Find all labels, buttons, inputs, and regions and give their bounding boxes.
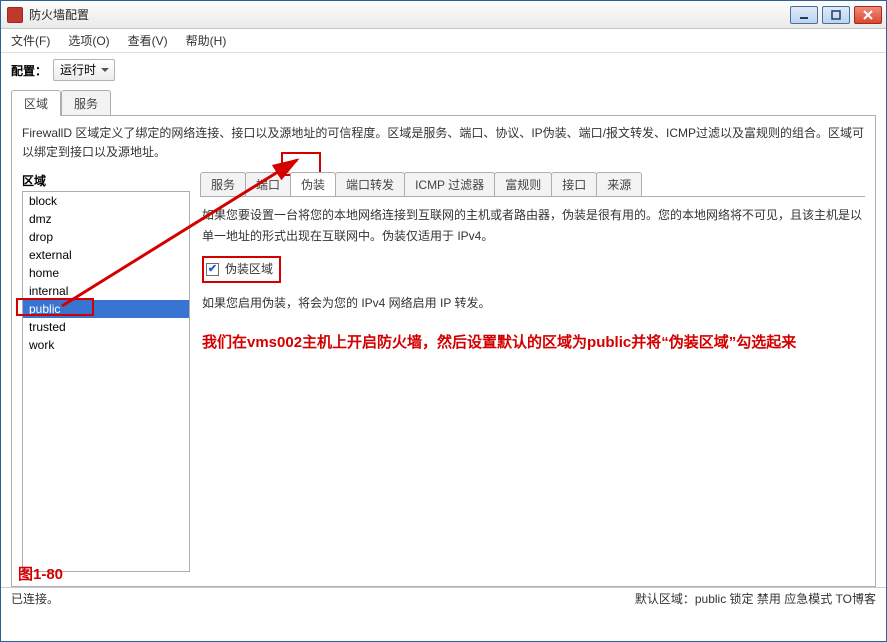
statusbar: 已连接。 默认区域：public 锁定 禁用 应急模式 TO博客 [1, 587, 886, 609]
inner-tab-3[interactable]: 端口转发 [335, 172, 405, 196]
zone-item-external[interactable]: external [23, 246, 189, 264]
app-icon [7, 7, 23, 23]
menu-help[interactable]: 帮助(H) [186, 32, 227, 49]
menu-file[interactable]: 文件(F) [11, 32, 50, 49]
inner-tab-6[interactable]: 接口 [551, 172, 597, 196]
titlebar: 防火墙配置 [1, 1, 886, 29]
annotation-text: 我们在vms002主机上开启防火墙，然后设置默认的区域为public并将“伪装区… [202, 329, 863, 358]
status-left: 已连接。 [11, 590, 59, 607]
inner-tab-7[interactable]: 来源 [596, 172, 642, 196]
minimize-button[interactable] [790, 6, 818, 24]
window-title: 防火墙配置 [29, 6, 790, 23]
inner-tabs: 服务端口伪装端口转发ICMP 过滤器富规则接口来源 [200, 172, 865, 197]
zone-list[interactable]: blockdmzdropexternalhomeinternalpublictr… [22, 191, 190, 572]
masquerade-checkbox-label: 伪装区域 [225, 259, 273, 279]
masq-desc1: 如果您要设置一台将您的本地网络连接到互联网的主机或者路由器，伪装是很有用的。您的… [202, 205, 863, 246]
menubar: 文件(F) 选项(O) 查看(V) 帮助(H) [1, 29, 886, 53]
menu-options[interactable]: 选项(O) [68, 32, 109, 49]
masq-desc2: 如果您启用伪装，将会为您的 IPv4 网络启用 IP 转发。 [202, 293, 863, 313]
zone-item-internal[interactable]: internal [23, 282, 189, 300]
zone-item-dmz[interactable]: dmz [23, 210, 189, 228]
maximize-button[interactable] [822, 6, 850, 24]
inner-tab-0[interactable]: 服务 [200, 172, 246, 196]
zone-item-public[interactable]: public [23, 300, 189, 318]
inner-tab-2[interactable]: 伪装 [290, 172, 336, 196]
close-button[interactable] [854, 6, 882, 24]
zones-header: 区域 [22, 172, 190, 189]
inner-tab-4[interactable]: ICMP 过滤器 [404, 172, 495, 196]
tab-service[interactable]: 服务 [61, 90, 111, 116]
zone-item-drop[interactable]: drop [23, 228, 189, 246]
inner-tab-5[interactable]: 富规则 [494, 172, 552, 196]
masquerade-checkbox-wrap[interactable]: ✔ 伪装区域 [202, 256, 281, 282]
status-right: 默认区域：public 锁定 禁用 应急模式 TO博客 [635, 590, 876, 607]
zone-description: FirewallD 区域定义了绑定的网络连接、接口以及源地址的可信程度。区域是服… [22, 124, 865, 162]
menu-view[interactable]: 查看(V) [128, 32, 168, 49]
zone-item-home[interactable]: home [23, 264, 189, 282]
figure-label: 图1-80 [18, 563, 63, 584]
config-label: 配置： [11, 62, 47, 79]
config-combo[interactable]: 运行时 [53, 59, 115, 81]
zone-item-work[interactable]: work [23, 336, 189, 354]
zone-item-trusted[interactable]: trusted [23, 318, 189, 336]
zone-panel: FirewallD 区域定义了绑定的网络连接、接口以及源地址的可信程度。区域是服… [11, 115, 876, 587]
masquerade-checkbox[interactable]: ✔ [206, 263, 219, 276]
inner-tab-1[interactable]: 端口 [245, 172, 291, 196]
tab-zone[interactable]: 区域 [11, 90, 61, 116]
zone-item-block[interactable]: block [23, 192, 189, 210]
